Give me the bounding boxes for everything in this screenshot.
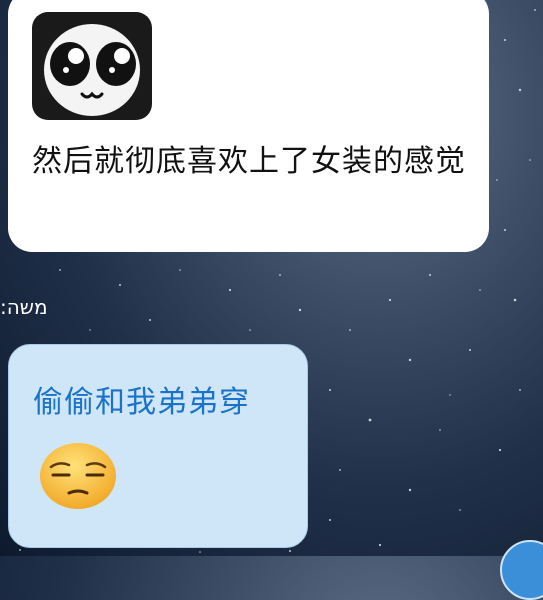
message-bubble[interactable]: 偷偷和我弟弟穿 <box>8 344 308 548</box>
message-text: 然后就彻底喜欢上了女装的感觉 <box>32 144 466 179</box>
relieved-face-emoji <box>37 441 119 511</box>
message-bubble[interactable]: 然后就彻底喜欢上了女装的感觉 <box>8 0 489 252</box>
sender-name: משה: <box>0 295 48 319</box>
panda-face-sticker <box>32 12 152 120</box>
message-text: 偷偷和我弟弟穿 <box>33 385 250 420</box>
scroll-down-button[interactable] <box>500 540 543 600</box>
